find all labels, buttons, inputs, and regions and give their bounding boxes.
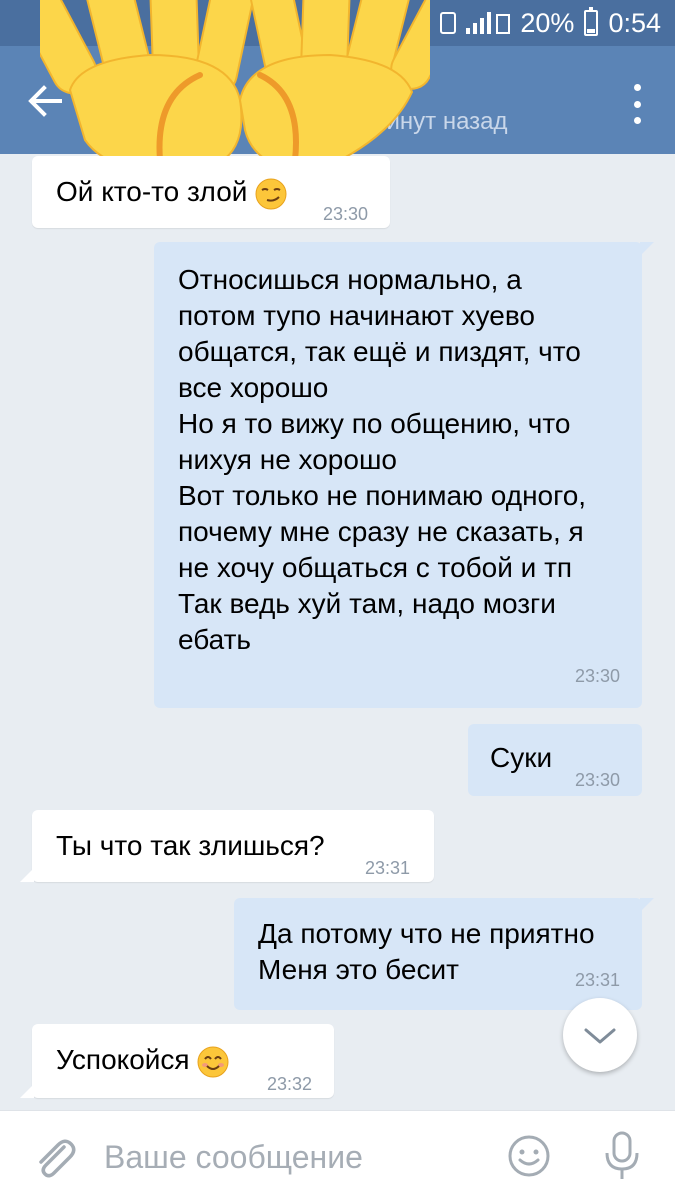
bubble-tail xyxy=(640,242,654,256)
signal-icon xyxy=(466,12,511,34)
message-outgoing[interactable]: Да потому что не приятно Меня это бесит … xyxy=(234,898,654,1010)
chevron-down-icon xyxy=(584,1028,616,1044)
status-icons: 20% 0:54 xyxy=(440,6,661,40)
attach-button[interactable] xyxy=(30,1133,78,1181)
message-time: 23:30 xyxy=(574,770,620,790)
battery-icon xyxy=(584,7,599,36)
message-text: Ты что так злишься? xyxy=(56,830,325,861)
message-time: 23:32 xyxy=(266,1074,312,1094)
message-time: 23:31 xyxy=(364,858,410,878)
message-incoming[interactable]: Ой кто-то злой 23:30 xyxy=(32,156,390,228)
scroll-down-button[interactable] xyxy=(563,998,637,1072)
message-incoming[interactable]: Ты что так злишься? 23:31 xyxy=(20,810,434,882)
more-vertical-icon[interactable] xyxy=(627,84,647,124)
message-list[interactable]: Ой кто-то злой 23:30 Относишься нормальн… xyxy=(0,154,675,1110)
message-outgoing[interactable]: Относишься нормально, а потом тупо начин… xyxy=(154,242,654,708)
voice-message-button[interactable] xyxy=(600,1129,644,1183)
message-time: 23:30 xyxy=(574,666,620,686)
nfc-icon xyxy=(440,12,457,34)
bubble-tail xyxy=(20,868,34,882)
message-time: 23:31 xyxy=(574,970,620,990)
battery-percent: 20% xyxy=(520,7,575,38)
message-input[interactable] xyxy=(104,1131,484,1183)
smiley-icon xyxy=(508,1135,550,1177)
message-composer xyxy=(0,1110,675,1200)
smile-emoji xyxy=(197,1046,229,1078)
message-text: Ой кто-то злой xyxy=(56,176,248,207)
paperclip-icon xyxy=(39,1139,76,1178)
emoji-button[interactable] xyxy=(506,1133,552,1179)
message-text: Да потому что не приятно Меня это бесит xyxy=(258,918,595,985)
message-text: Суки xyxy=(490,742,553,773)
microphone-icon xyxy=(605,1131,639,1179)
message-outgoing[interactable]: Суки 23:30 xyxy=(468,724,642,796)
smirk-emoji xyxy=(255,178,287,210)
message-text: Относишься нормально, а потом тупо начин… xyxy=(178,264,587,655)
bubble-tail xyxy=(20,1084,34,1098)
clock: 0:54 xyxy=(608,7,661,38)
message-time: 23:30 xyxy=(322,204,368,224)
raised-hands-emoji xyxy=(40,0,430,174)
bubble-tail xyxy=(640,898,654,912)
message-incoming[interactable]: Успокойся 23:32 xyxy=(20,1024,334,1098)
message-text: Успокойся xyxy=(56,1044,190,1075)
